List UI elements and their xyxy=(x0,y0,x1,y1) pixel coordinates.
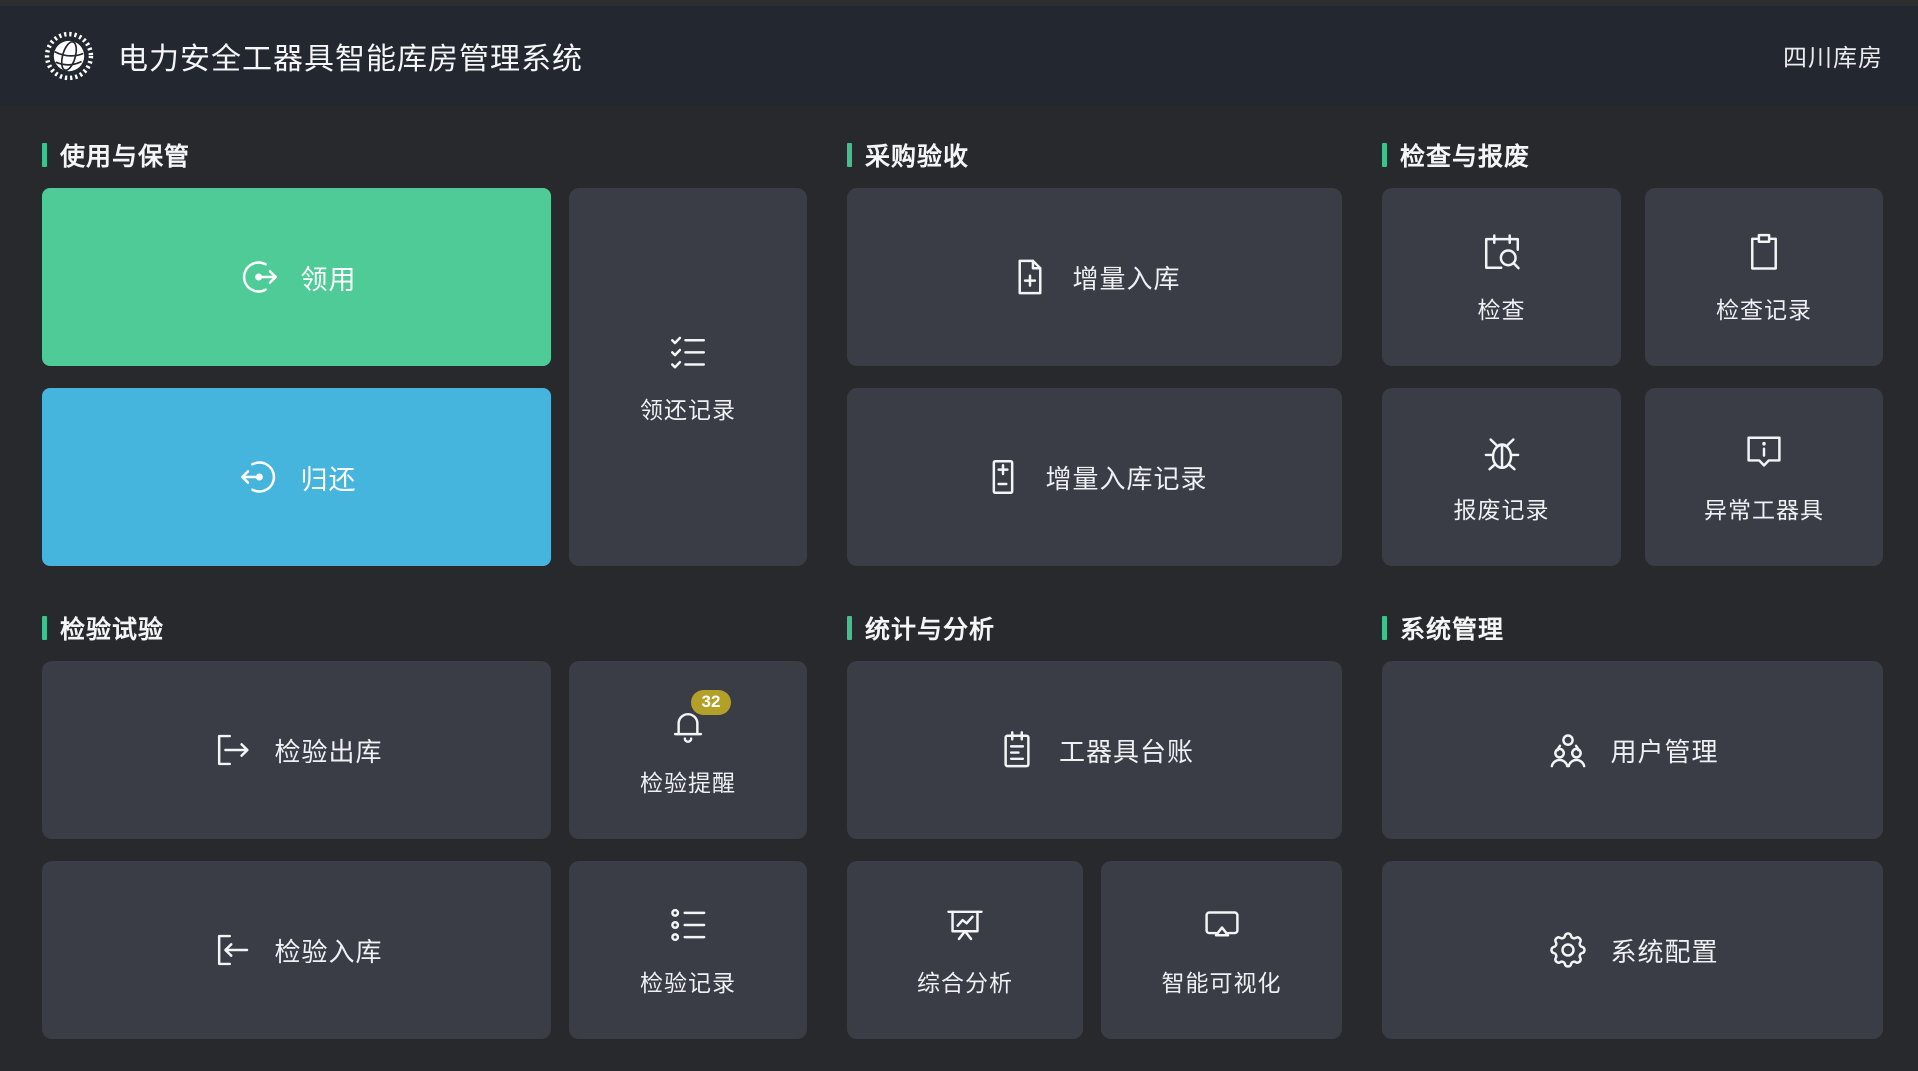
section-header: 检查与报废 xyxy=(1382,139,1883,171)
cast-screen-icon xyxy=(1200,903,1244,947)
dotted-list-icon xyxy=(666,903,710,947)
card-label: 综合分析 xyxy=(917,964,1013,998)
card-label: 检验出库 xyxy=(274,732,382,769)
test-records-card[interactable]: 检验记录 xyxy=(569,861,807,1039)
users-icon xyxy=(1546,728,1590,772)
abnormal-tools-card[interactable]: 异常工器具 xyxy=(1645,388,1883,566)
scrap-records-card[interactable]: 报废记录 xyxy=(1382,388,1621,566)
card-label: 工器具台账 xyxy=(1059,732,1194,769)
card-label: 系统配置 xyxy=(1610,932,1718,969)
card-label: 领用 xyxy=(301,258,357,297)
card-label: 检验提醒 xyxy=(640,764,736,798)
section-system: 系统管理 用户管理 xyxy=(1382,612,1883,1039)
increment-inbound-card[interactable]: 增量入库 xyxy=(847,188,1342,366)
card-label: 检查记录 xyxy=(1716,291,1812,325)
state-grid-logo-icon xyxy=(42,29,96,83)
bracket-arrow-right-icon xyxy=(210,728,254,772)
section-inspection-scrap: 检查与报废 检查 xyxy=(1382,139,1883,566)
user-management-card[interactable]: 用户管理 xyxy=(1382,661,1883,839)
clipboard-icon xyxy=(1742,230,1786,274)
comprehensive-analysis-card[interactable]: 综合分析 xyxy=(847,861,1083,1039)
accent-bar xyxy=(847,143,852,167)
section-title: 采购验收 xyxy=(865,137,969,173)
card-label: 增量入库 xyxy=(1072,259,1180,296)
file-plus-icon xyxy=(1008,255,1052,299)
accent-bar xyxy=(1382,143,1387,167)
section-header: 统计与分析 xyxy=(847,612,1342,644)
card-label: 增量入库记录 xyxy=(1045,459,1207,496)
card-label: 归还 xyxy=(301,458,357,497)
card-label: 检查 xyxy=(1478,291,1526,325)
tool-ledger-card[interactable]: 工器具台账 xyxy=(847,661,1342,839)
card-label: 用户管理 xyxy=(1610,732,1718,769)
section-testing: 检验试验 检验出库 xyxy=(42,612,807,1039)
calendar-search-icon xyxy=(1480,230,1524,274)
checkout-icon xyxy=(237,255,281,299)
section-title: 检验试验 xyxy=(60,610,164,646)
accent-bar xyxy=(1382,616,1387,640)
section-title: 统计与分析 xyxy=(865,610,995,646)
accent-bar xyxy=(42,616,47,640)
system-config-card[interactable]: 系统配置 xyxy=(1382,861,1883,1039)
accent-bar xyxy=(847,616,852,640)
section-header: 检验试验 xyxy=(42,612,807,644)
main-grid: 使用与保管 领用 xyxy=(0,105,1918,1039)
card-label: 领还记录 xyxy=(640,391,736,425)
card-label: 检验入库 xyxy=(274,932,382,969)
card-label: 报废记录 xyxy=(1454,491,1550,525)
smart-visualization-card[interactable]: 智能可视化 xyxy=(1101,861,1342,1039)
checklist-icon xyxy=(666,330,710,374)
bracket-arrow-left-icon xyxy=(210,928,254,972)
section-title: 检查与报废 xyxy=(1400,137,1530,173)
app-header: 电力安全工器具智能库房管理系统 四川库房 xyxy=(0,0,1918,105)
test-reminder-card[interactable]: 32 检验提醒 xyxy=(569,661,807,839)
app-title: 电力安全工器具智能库房管理系统 xyxy=(118,34,583,78)
increment-inbound-records-card[interactable]: 增量入库记录 xyxy=(847,388,1342,566)
card-label: 检验记录 xyxy=(640,964,736,998)
card-label: 异常工器具 xyxy=(1704,491,1824,525)
return-button[interactable]: 归还 xyxy=(42,388,551,566)
reminder-count-badge: 32 xyxy=(691,690,731,715)
plus-minus-doc-icon xyxy=(981,455,1025,499)
bug-icon xyxy=(1480,430,1524,474)
return-icon xyxy=(237,455,281,499)
section-title: 使用与保管 xyxy=(60,137,190,173)
test-outbound-card[interactable]: 检验出库 xyxy=(42,661,551,839)
section-title: 系统管理 xyxy=(1400,610,1504,646)
section-header: 系统管理 xyxy=(1382,612,1883,644)
warehouse-name: 四川库房 xyxy=(1783,38,1883,73)
section-header: 采购验收 xyxy=(847,139,1342,171)
inspect-records-card[interactable]: 检查记录 xyxy=(1645,188,1883,366)
card-label: 智能可视化 xyxy=(1162,964,1282,998)
message-info-icon xyxy=(1742,430,1786,474)
gear-icon xyxy=(1546,928,1590,972)
ledger-icon xyxy=(995,728,1039,772)
bell-icon: 32 xyxy=(666,703,710,747)
test-inbound-card[interactable]: 检验入库 xyxy=(42,861,551,1039)
checkout-button[interactable]: 领用 xyxy=(42,188,551,366)
section-header: 使用与保管 xyxy=(42,139,807,171)
section-procurement: 采购验收 增量入库 xyxy=(847,139,1342,566)
section-usage-storage: 使用与保管 领用 xyxy=(42,139,807,566)
section-statistics: 统计与分析 工器具台账 xyxy=(847,612,1342,1039)
borrow-return-records-card[interactable]: 领还记录 xyxy=(569,188,807,566)
inspect-card[interactable]: 检查 xyxy=(1382,188,1621,366)
accent-bar xyxy=(42,143,47,167)
presentation-chart-icon xyxy=(943,903,987,947)
